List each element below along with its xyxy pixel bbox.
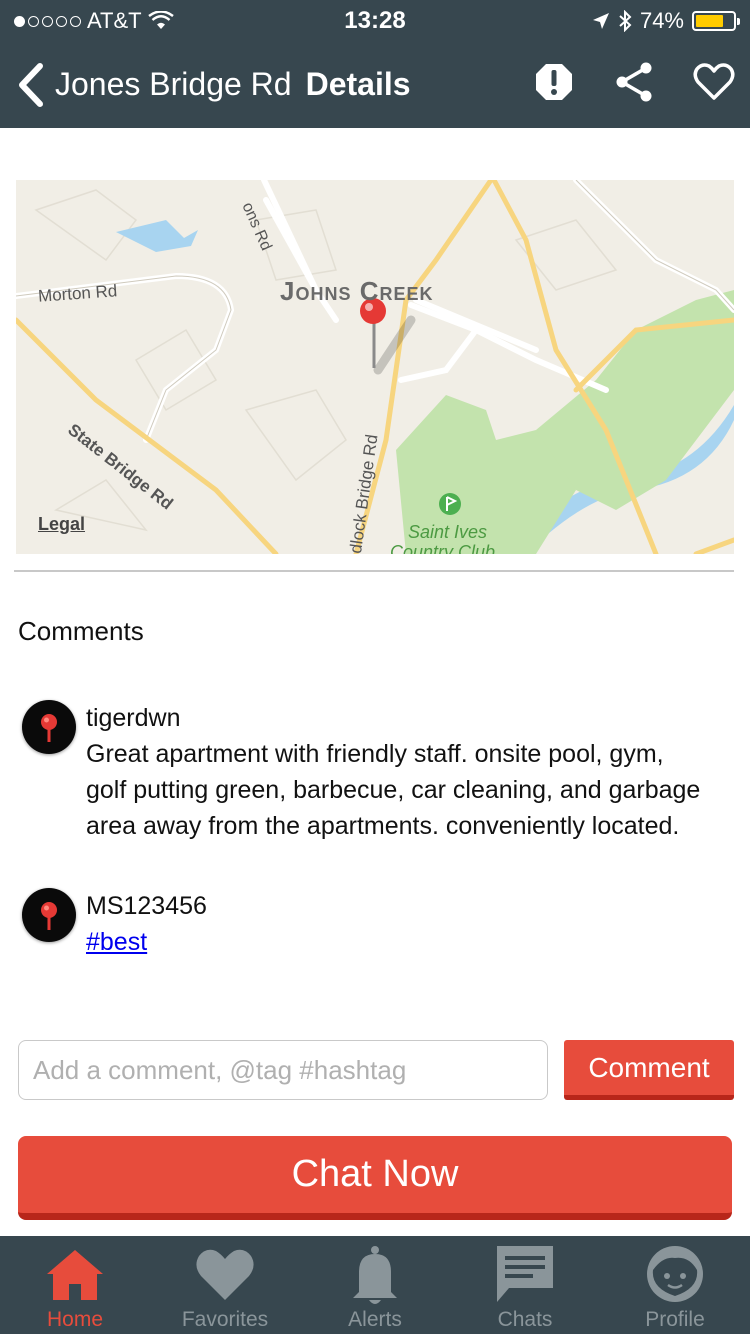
tab-profile[interactable]: Profile <box>600 1236 750 1334</box>
nav-bar: Jones Bridge Rd Details <box>0 44 750 128</box>
map-label-saint-ives: Saint Ives <box>408 522 488 542</box>
bluetooth-icon <box>619 10 632 32</box>
map-label-johns-creek: Johns Creek <box>280 276 434 306</box>
share-icon[interactable] <box>612 60 656 104</box>
nav-actions <box>532 60 736 104</box>
tab-bar: Home Favorites Alerts Chats Profile <box>0 1236 750 1334</box>
map-label-country-club: Country Club <box>390 542 496 554</box>
status-right: 74% <box>592 8 740 34</box>
tab-label: Profile <box>645 1308 705 1331</box>
avatar[interactable] <box>22 888 76 942</box>
battery-percent: 74% <box>639 8 684 33</box>
top-bar: AT&T 13:28 74% Jones Bridge Rd Details <box>0 0 750 128</box>
alert-icon[interactable] <box>532 60 576 104</box>
map-legal-link[interactable]: Legal <box>38 514 85 535</box>
comment-username[interactable]: tigerdwn <box>86 700 706 736</box>
tab-alerts[interactable]: Alerts <box>300 1236 450 1334</box>
comment-input[interactable] <box>18 1040 548 1100</box>
status-bar: AT&T 13:28 74% <box>0 0 750 40</box>
comment-text: Great apartment with friendly staff. ons… <box>86 740 701 840</box>
comment-item: tigerdwn Great apartment with friendly s… <box>22 700 712 880</box>
comment-body: tigerdwn Great apartment with friendly s… <box>86 700 706 844</box>
comment-body: MS123456 #best <box>86 888 706 960</box>
battery-icon <box>692 11 740 31</box>
key-pin-icon <box>41 902 57 930</box>
comments-heading: Comments <box>18 616 144 646</box>
map-graphic <box>16 180 734 554</box>
chat-icon <box>497 1246 553 1302</box>
comment-button[interactable]: Comment <box>564 1040 734 1100</box>
hashtag-link[interactable]: #best <box>86 928 147 956</box>
cut-off-text <box>70 112 110 132</box>
page-title: Jones Bridge Rd Details <box>55 66 411 103</box>
comment-username[interactable]: MS123456 <box>86 888 706 924</box>
location-arrow-icon <box>592 13 609 29</box>
heart-icon <box>196 1249 254 1300</box>
back-chevron-icon[interactable] <box>12 60 48 110</box>
map-view[interactable]: Johns Creek Morton Rd State Bridge Rd on… <box>16 180 734 554</box>
key-pin-icon <box>41 714 57 742</box>
tab-label: Alerts <box>348 1308 402 1331</box>
tab-label: Chats <box>497 1308 553 1331</box>
face-icon <box>647 1246 703 1302</box>
tab-label: Home <box>46 1308 104 1331</box>
heart-icon[interactable] <box>692 60 736 104</box>
bell-icon <box>353 1246 397 1304</box>
page-title-name: Jones Bridge Rd <box>55 66 292 102</box>
home-icon <box>47 1250 103 1300</box>
tab-home[interactable]: Home <box>0 1236 150 1334</box>
tab-label: Favorites <box>181 1308 269 1331</box>
chat-now-button[interactable]: Chat Now <box>18 1136 732 1220</box>
comment-item: MS123456 #best <box>22 888 712 968</box>
tab-favorites[interactable]: Favorites <box>150 1236 300 1334</box>
avatar[interactable] <box>22 700 76 754</box>
divider <box>14 570 734 572</box>
tab-chats[interactable]: Chats <box>450 1236 600 1334</box>
page-title-details: Details <box>305 66 411 102</box>
